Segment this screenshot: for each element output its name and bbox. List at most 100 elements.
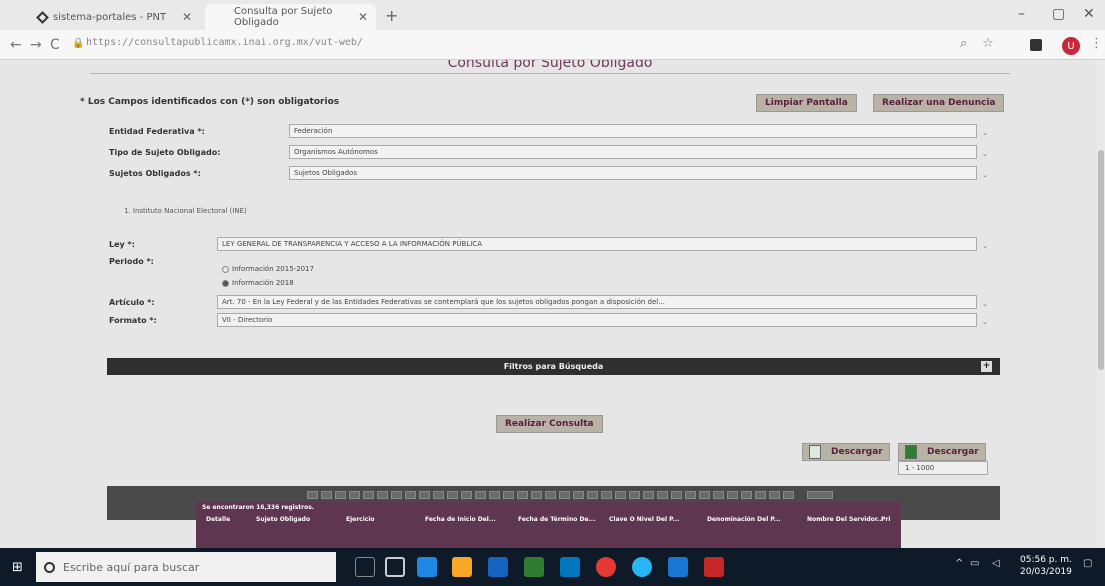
avatar[interactable]: U	[1062, 37, 1080, 55]
ley-select[interactable]: LEY GENERAL DE TRANSPARENCIA Y ACCESO A …	[217, 237, 977, 251]
page-button[interactable]	[643, 491, 654, 499]
page-button[interactable]	[559, 491, 570, 499]
notifications-icon[interactable]: ▢	[1083, 558, 1092, 569]
reload-button[interactable]: C	[50, 37, 60, 53]
download-button-1[interactable]: Descargar	[802, 443, 890, 461]
page-button[interactable]	[405, 491, 416, 499]
file-explorer-icon[interactable]	[452, 557, 472, 577]
menu-icon[interactable]: ⋮	[1090, 36, 1103, 51]
download-button-2[interactable]: Descargar	[898, 443, 986, 461]
skype-icon[interactable]	[632, 557, 652, 577]
plus-icon[interactable]: +	[981, 361, 992, 372]
tray-chevron-icon[interactable]: ^	[955, 558, 963, 569]
articulo-select[interactable]: Art. 70 - En la Ley Federal y de las Ent…	[217, 295, 977, 309]
column-header[interactable]: Fecha de Inicio Del...	[425, 516, 496, 523]
page-button[interactable]	[587, 491, 598, 499]
page-button[interactable]	[475, 491, 486, 499]
taskbar-clock[interactable]: 05:56 p. m. 20/03/2019	[1020, 554, 1072, 578]
scrollbar-thumb[interactable]	[1098, 150, 1104, 370]
page-button[interactable]	[629, 491, 640, 499]
search-filters-bar[interactable]: Filtros para Búsqueda +	[107, 358, 1000, 375]
column-header[interactable]: Fecha de Término De...	[518, 516, 595, 523]
page-button[interactable]	[447, 491, 458, 499]
page-button[interactable]	[685, 491, 696, 499]
column-header[interactable]: Sujeto Obligado	[256, 516, 310, 523]
tab-consulta-title[interactable]: Consulta por Sujeto Obligado ✕	[226, 4, 376, 30]
search-button[interactable]: Realizar Consulta	[496, 415, 603, 433]
page-button[interactable]	[349, 491, 360, 499]
task-view-icon[interactable]	[385, 557, 405, 577]
outlook-icon[interactable]	[560, 557, 580, 577]
acrobat-icon[interactable]	[704, 557, 724, 577]
formato-select[interactable]: VII - Directorio	[217, 313, 977, 327]
chevron-down-icon[interactable]: ⌄	[982, 150, 988, 158]
forward-button[interactable]: →	[30, 37, 42, 53]
column-header[interactable]: Denominación Del P...	[707, 516, 781, 523]
page-button[interactable]	[307, 491, 318, 499]
tipo-select[interactable]: Organismos Autónomos	[289, 145, 977, 159]
periodo-radio-2018[interactable]: Información 2018	[222, 279, 294, 287]
entidad-select[interactable]: Federación	[289, 124, 977, 138]
back-button[interactable]: ←	[10, 37, 22, 53]
page-button[interactable]	[377, 491, 388, 499]
page-button[interactable]	[391, 491, 402, 499]
taskbar-search[interactable]: Escribe aquí para buscar	[36, 552, 336, 582]
page-button[interactable]	[601, 491, 612, 499]
volume-icon[interactable]: ◁	[992, 558, 1000, 569]
clear-button[interactable]: Limpiar Pantalla	[756, 94, 857, 112]
column-header[interactable]: Nombre Del Servidor...	[807, 516, 884, 523]
new-tab-button[interactable]: +	[385, 6, 398, 25]
page-button[interactable]	[503, 491, 514, 499]
close-icon[interactable]: ✕	[182, 10, 192, 24]
page-button[interactable]	[713, 491, 724, 499]
page-button[interactable]	[573, 491, 584, 499]
page-button[interactable]	[699, 491, 710, 499]
rows-per-page-select[interactable]: 1 - 1000	[898, 461, 988, 475]
network-icon[interactable]: ▭	[970, 558, 979, 569]
microphone-icon[interactable]	[355, 557, 375, 577]
page-button[interactable]	[321, 491, 332, 499]
page-button[interactable]	[531, 491, 542, 499]
excel-taskbar-icon[interactable]	[524, 557, 544, 577]
complaint-button[interactable]: Realizar una Denuncia	[873, 94, 1005, 112]
sujetos-select[interactable]: Sujetos Obligados	[289, 166, 977, 180]
tab-portales[interactable]: sistema-portales - PNT ✕	[30, 4, 200, 30]
page-button[interactable]	[755, 491, 766, 499]
internet-explorer-icon[interactable]	[668, 557, 688, 577]
page-button[interactable]	[657, 491, 668, 499]
chevron-down-icon[interactable]: ⌄	[982, 318, 988, 326]
next-page-button[interactable]	[807, 491, 833, 499]
chrome-icon[interactable]	[596, 557, 616, 577]
minimize-button[interactable]: –	[1018, 6, 1025, 22]
maximize-button[interactable]: ▢	[1052, 6, 1065, 22]
edge-icon[interactable]	[417, 557, 437, 577]
close-icon[interactable]: ✕	[358, 10, 368, 24]
chevron-down-icon[interactable]: ⌄	[982, 129, 988, 137]
extension-icon[interactable]	[1030, 39, 1042, 51]
periodo-radio-2015[interactable]: Información 2015-2017	[222, 265, 314, 273]
page-button[interactable]	[335, 491, 346, 499]
zoom-icon[interactable]: ⌕	[960, 36, 967, 51]
page-button[interactable]	[461, 491, 472, 499]
star-icon[interactable]: ☆	[982, 36, 994, 51]
url-field[interactable]: https://consultapublicamx.inai.org.mx/vu…	[86, 37, 363, 48]
page-button[interactable]	[419, 491, 430, 499]
page-button[interactable]	[727, 491, 738, 499]
chevron-down-icon[interactable]: ⌄	[982, 242, 988, 250]
page-button[interactable]	[741, 491, 752, 499]
page-button[interactable]	[433, 491, 444, 499]
chevron-down-icon[interactable]: ⌄	[982, 300, 988, 308]
page-button[interactable]	[615, 491, 626, 499]
page-button[interactable]	[783, 491, 794, 499]
page-button[interactable]	[545, 491, 556, 499]
windows-start-icon[interactable]: ⊞	[12, 560, 23, 575]
page-button[interactable]	[517, 491, 528, 499]
page-button[interactable]	[363, 491, 374, 499]
close-window-button[interactable]: ✕	[1083, 6, 1095, 22]
page-button[interactable]	[489, 491, 500, 499]
column-header[interactable]: Detalle	[206, 516, 230, 523]
column-header[interactable]: Pri	[881, 516, 890, 523]
page-button[interactable]	[769, 491, 780, 499]
column-header[interactable]: Clave O Nivel Del P...	[609, 516, 679, 523]
word-icon[interactable]	[488, 557, 508, 577]
